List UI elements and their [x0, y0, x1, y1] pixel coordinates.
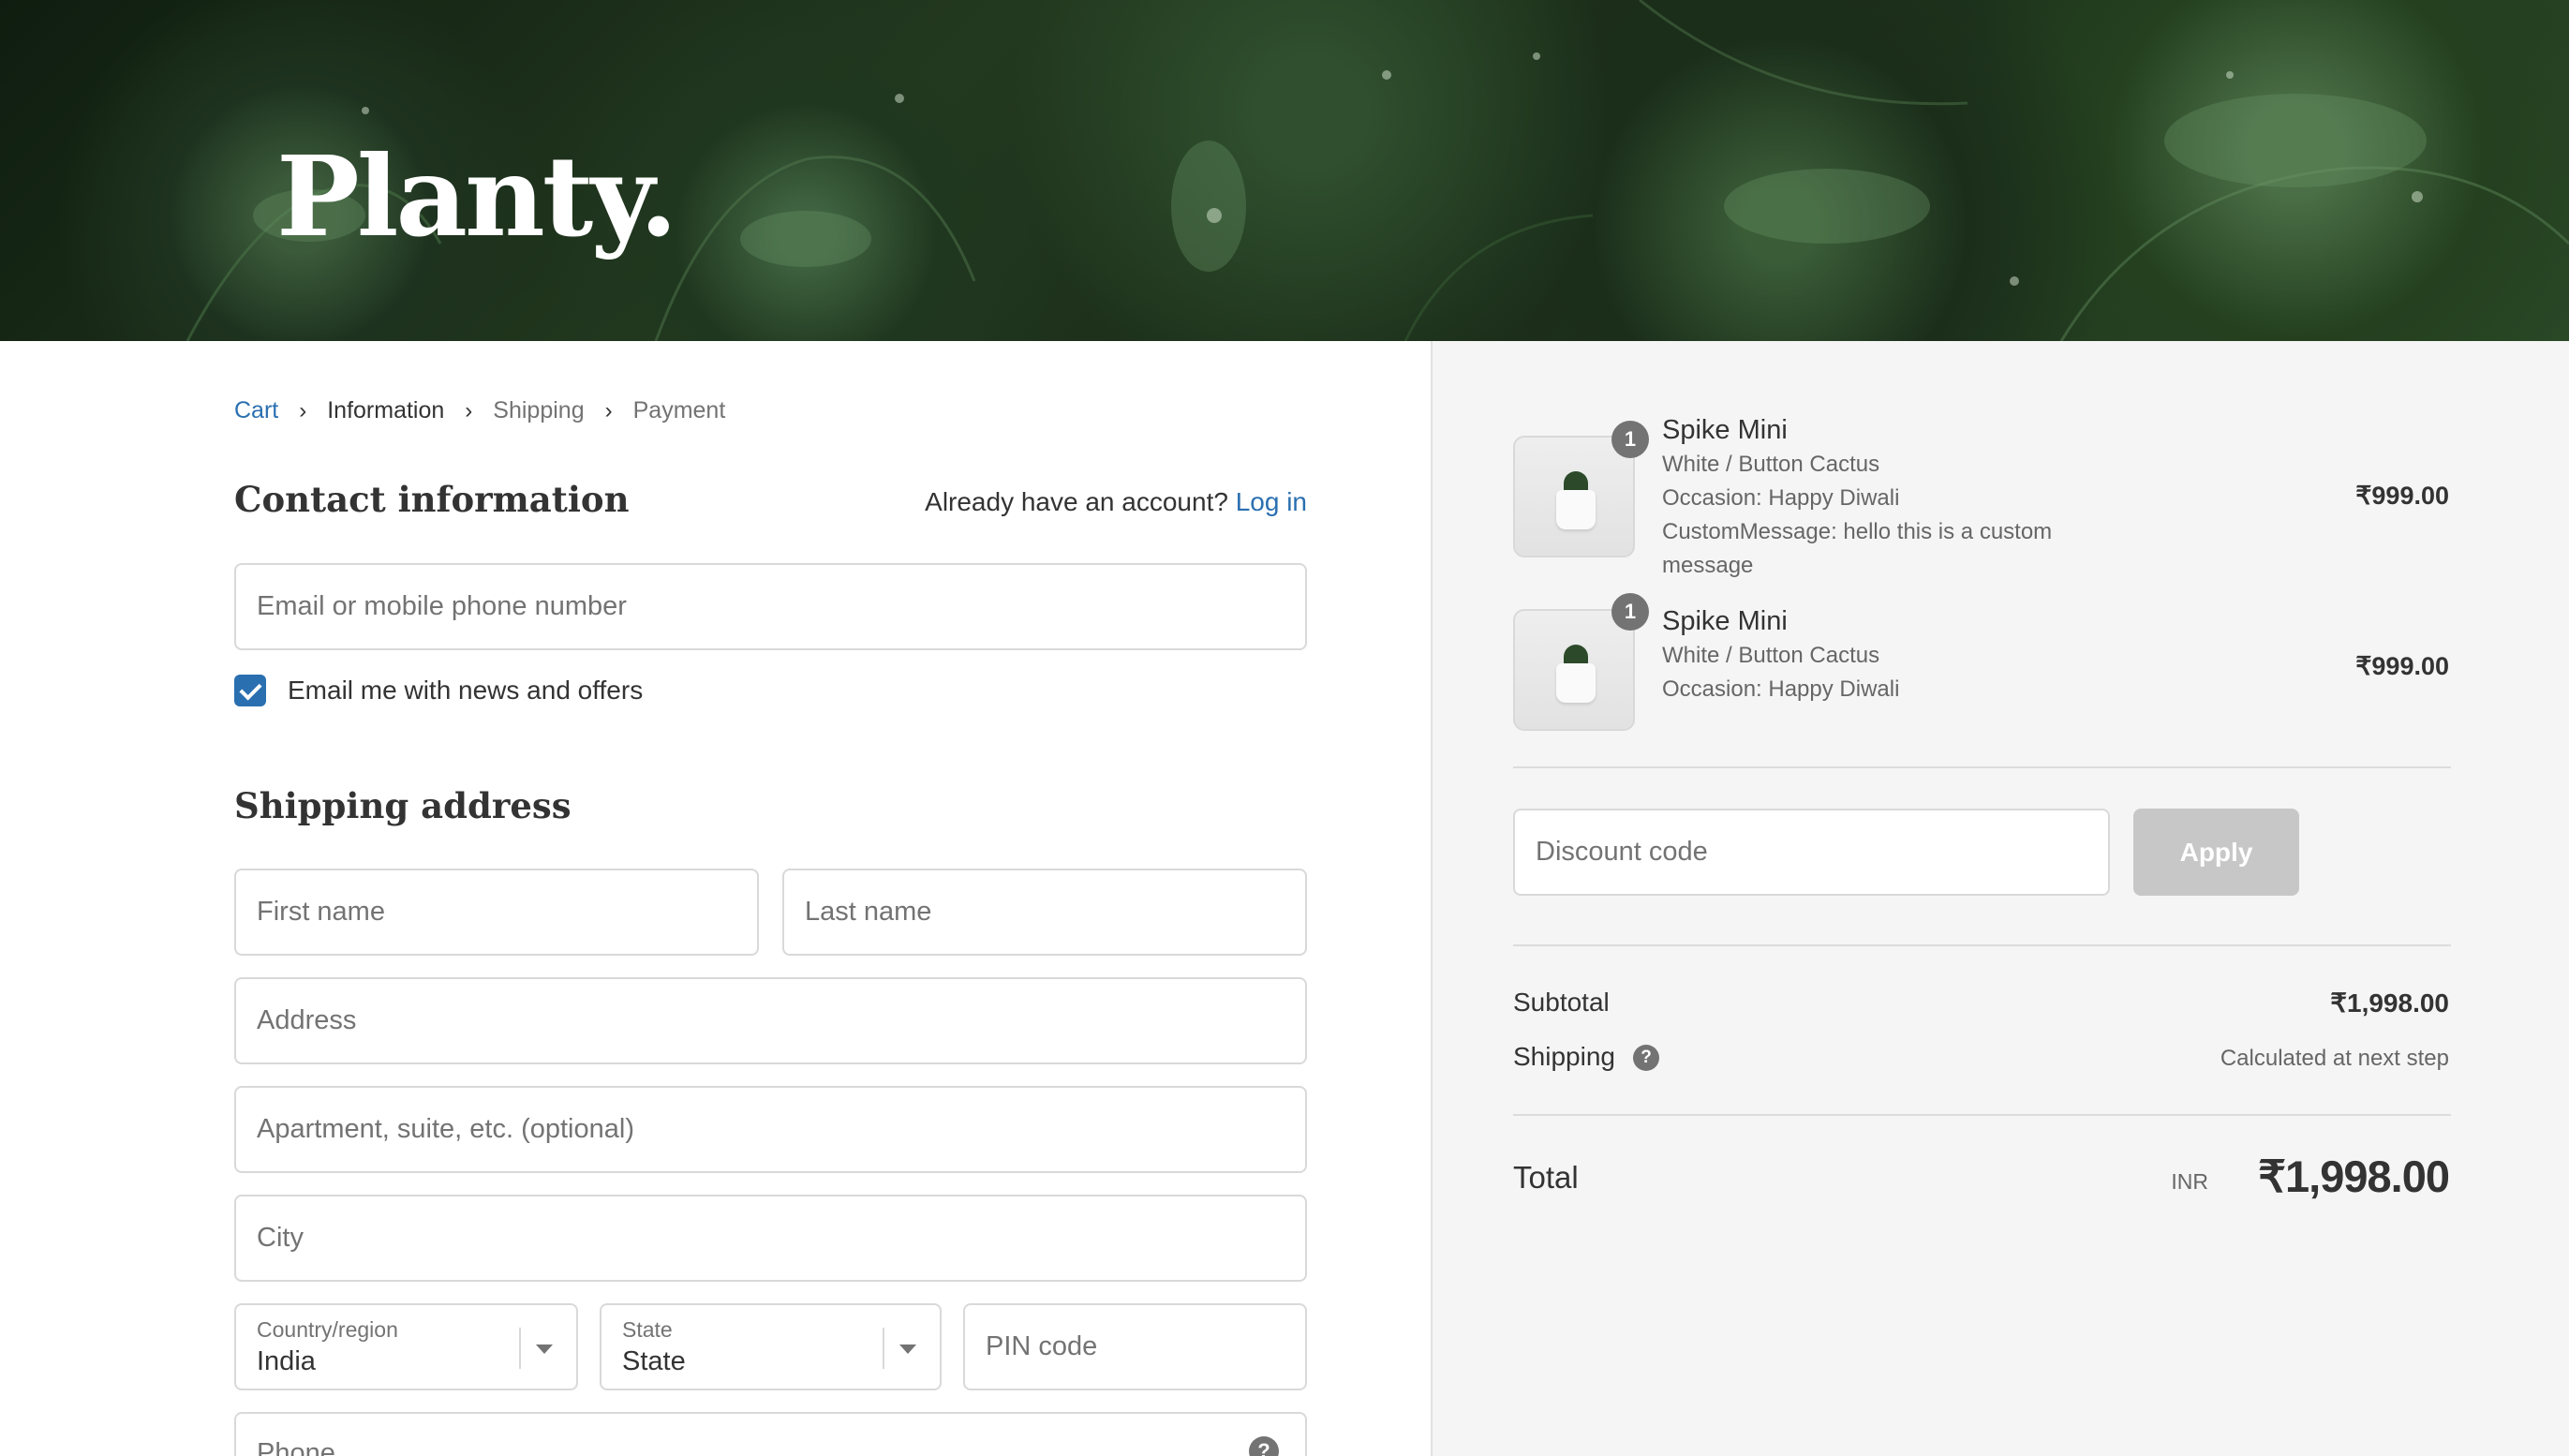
divider [1513, 944, 2451, 946]
pot-image [1556, 663, 1596, 703]
first-name-placeholder: First name [257, 897, 385, 927]
select-divider [883, 1328, 884, 1369]
email-placeholder: Email or mobile phone number [257, 591, 627, 621]
breadcrumb-cart[interactable]: Cart [234, 397, 278, 424]
item-occasion: Occasion: Happy Diwali [1662, 676, 1900, 702]
contact-section-title: Contact information [234, 479, 630, 520]
phone-field[interactable]: Phone ? [234, 1412, 1307, 1456]
address-placeholder: Address [257, 1005, 357, 1035]
breadcrumb-shipping: Shipping [493, 397, 585, 423]
login-link[interactable]: Log in [1236, 487, 1307, 516]
newsletter-label[interactable]: Email me with news and offers [288, 676, 643, 706]
checkout-main: Cart › Information › Shipping › Payment … [0, 341, 1431, 1456]
shipping-section-title: Shipping address [234, 785, 572, 826]
breadcrumb-payment: Payment [632, 397, 726, 423]
phone-placeholder: Phone [257, 1438, 335, 1456]
discount-code-field[interactable]: Discount code [1513, 809, 2110, 896]
chevron-right-icon: › [465, 397, 473, 423]
item-custom-message: CustomMessage: hello this is a custom [1662, 519, 2053, 544]
quantity-badge: 1 [1611, 421, 1649, 458]
discount-placeholder: Discount code [1536, 837, 1708, 867]
item-variant: White / Button Cactus [1662, 643, 1880, 668]
currency-code: INR [2171, 1169, 2208, 1194]
pin-code-field[interactable]: PIN code [963, 1303, 1307, 1390]
help-icon[interactable]: ? [1249, 1436, 1279, 1456]
product-image [1513, 609, 1635, 731]
product-image [1513, 436, 1635, 557]
pin-code-placeholder: PIN code [986, 1331, 1098, 1361]
item-occasion: Occasion: Happy Diwali [1662, 485, 1900, 511]
item-title: Spike Mini [1662, 415, 1788, 445]
country-label: Country/region [257, 1316, 398, 1342]
item-price: ₹999.00 [2355, 652, 2449, 680]
login-prompt: Already have an account? Log in [925, 487, 1307, 517]
help-icon[interactable]: ? [1633, 1045, 1659, 1071]
state-value: State [622, 1345, 686, 1376]
city-field[interactable]: City [234, 1195, 1307, 1282]
item-variant: White / Button Cactus [1662, 452, 1880, 477]
item-title: Spike Mini [1662, 606, 1788, 636]
first-name-field[interactable]: First name [234, 869, 759, 956]
brand-logo[interactable]: Planty. [276, 131, 677, 261]
item-custom-message-cont: message [1662, 553, 1754, 578]
chevron-down-icon [899, 1345, 916, 1354]
chevron-right-icon: › [299, 397, 307, 423]
total-label: Total [1513, 1160, 1579, 1195]
quantity-badge: 1 [1611, 593, 1649, 631]
apply-button[interactable]: Apply [2133, 809, 2299, 896]
account-prompt-text: Already have an account? [925, 487, 1228, 516]
item-price: ₹999.00 [2355, 482, 2449, 510]
apartment-field[interactable]: Apartment, suite, etc. (optional) [234, 1086, 1307, 1173]
shipping-label: Shipping [1513, 1042, 1615, 1071]
header-banner: Planty. [0, 0, 2569, 341]
country-value: India [257, 1345, 316, 1376]
city-placeholder: City [257, 1223, 304, 1253]
chevron-right-icon: › [604, 397, 613, 423]
subtotal-value: ₹1,998.00 [2330, 988, 2449, 1018]
address-field[interactable]: Address [234, 977, 1307, 1064]
order-summary: 1 Spike Mini White / Button Cactus Occas… [1431, 341, 2569, 1456]
divider [1513, 766, 2451, 768]
apartment-placeholder: Apartment, suite, etc. (optional) [257, 1114, 634, 1144]
shipping-value: Calculated at next step [2220, 1046, 2449, 1071]
last-name-placeholder: Last name [805, 897, 932, 927]
pot-image [1556, 490, 1596, 529]
divider [1513, 1114, 2451, 1116]
total-value: ₹1,998.00 [2258, 1151, 2450, 1201]
newsletter-checkbox[interactable] [234, 675, 266, 706]
country-select[interactable]: Country/region India [234, 1303, 578, 1390]
email-field[interactable]: Email or mobile phone number [234, 563, 1307, 650]
select-divider [519, 1328, 521, 1369]
state-label: State [622, 1316, 673, 1342]
last-name-field[interactable]: Last name [782, 869, 1307, 956]
breadcrumb-information: Information [327, 397, 445, 423]
breadcrumb: Cart › Information › Shipping › Payment [234, 397, 725, 424]
chevron-down-icon [536, 1345, 553, 1354]
state-select[interactable]: State State [600, 1303, 942, 1390]
subtotal-label: Subtotal [1513, 988, 1610, 1017]
